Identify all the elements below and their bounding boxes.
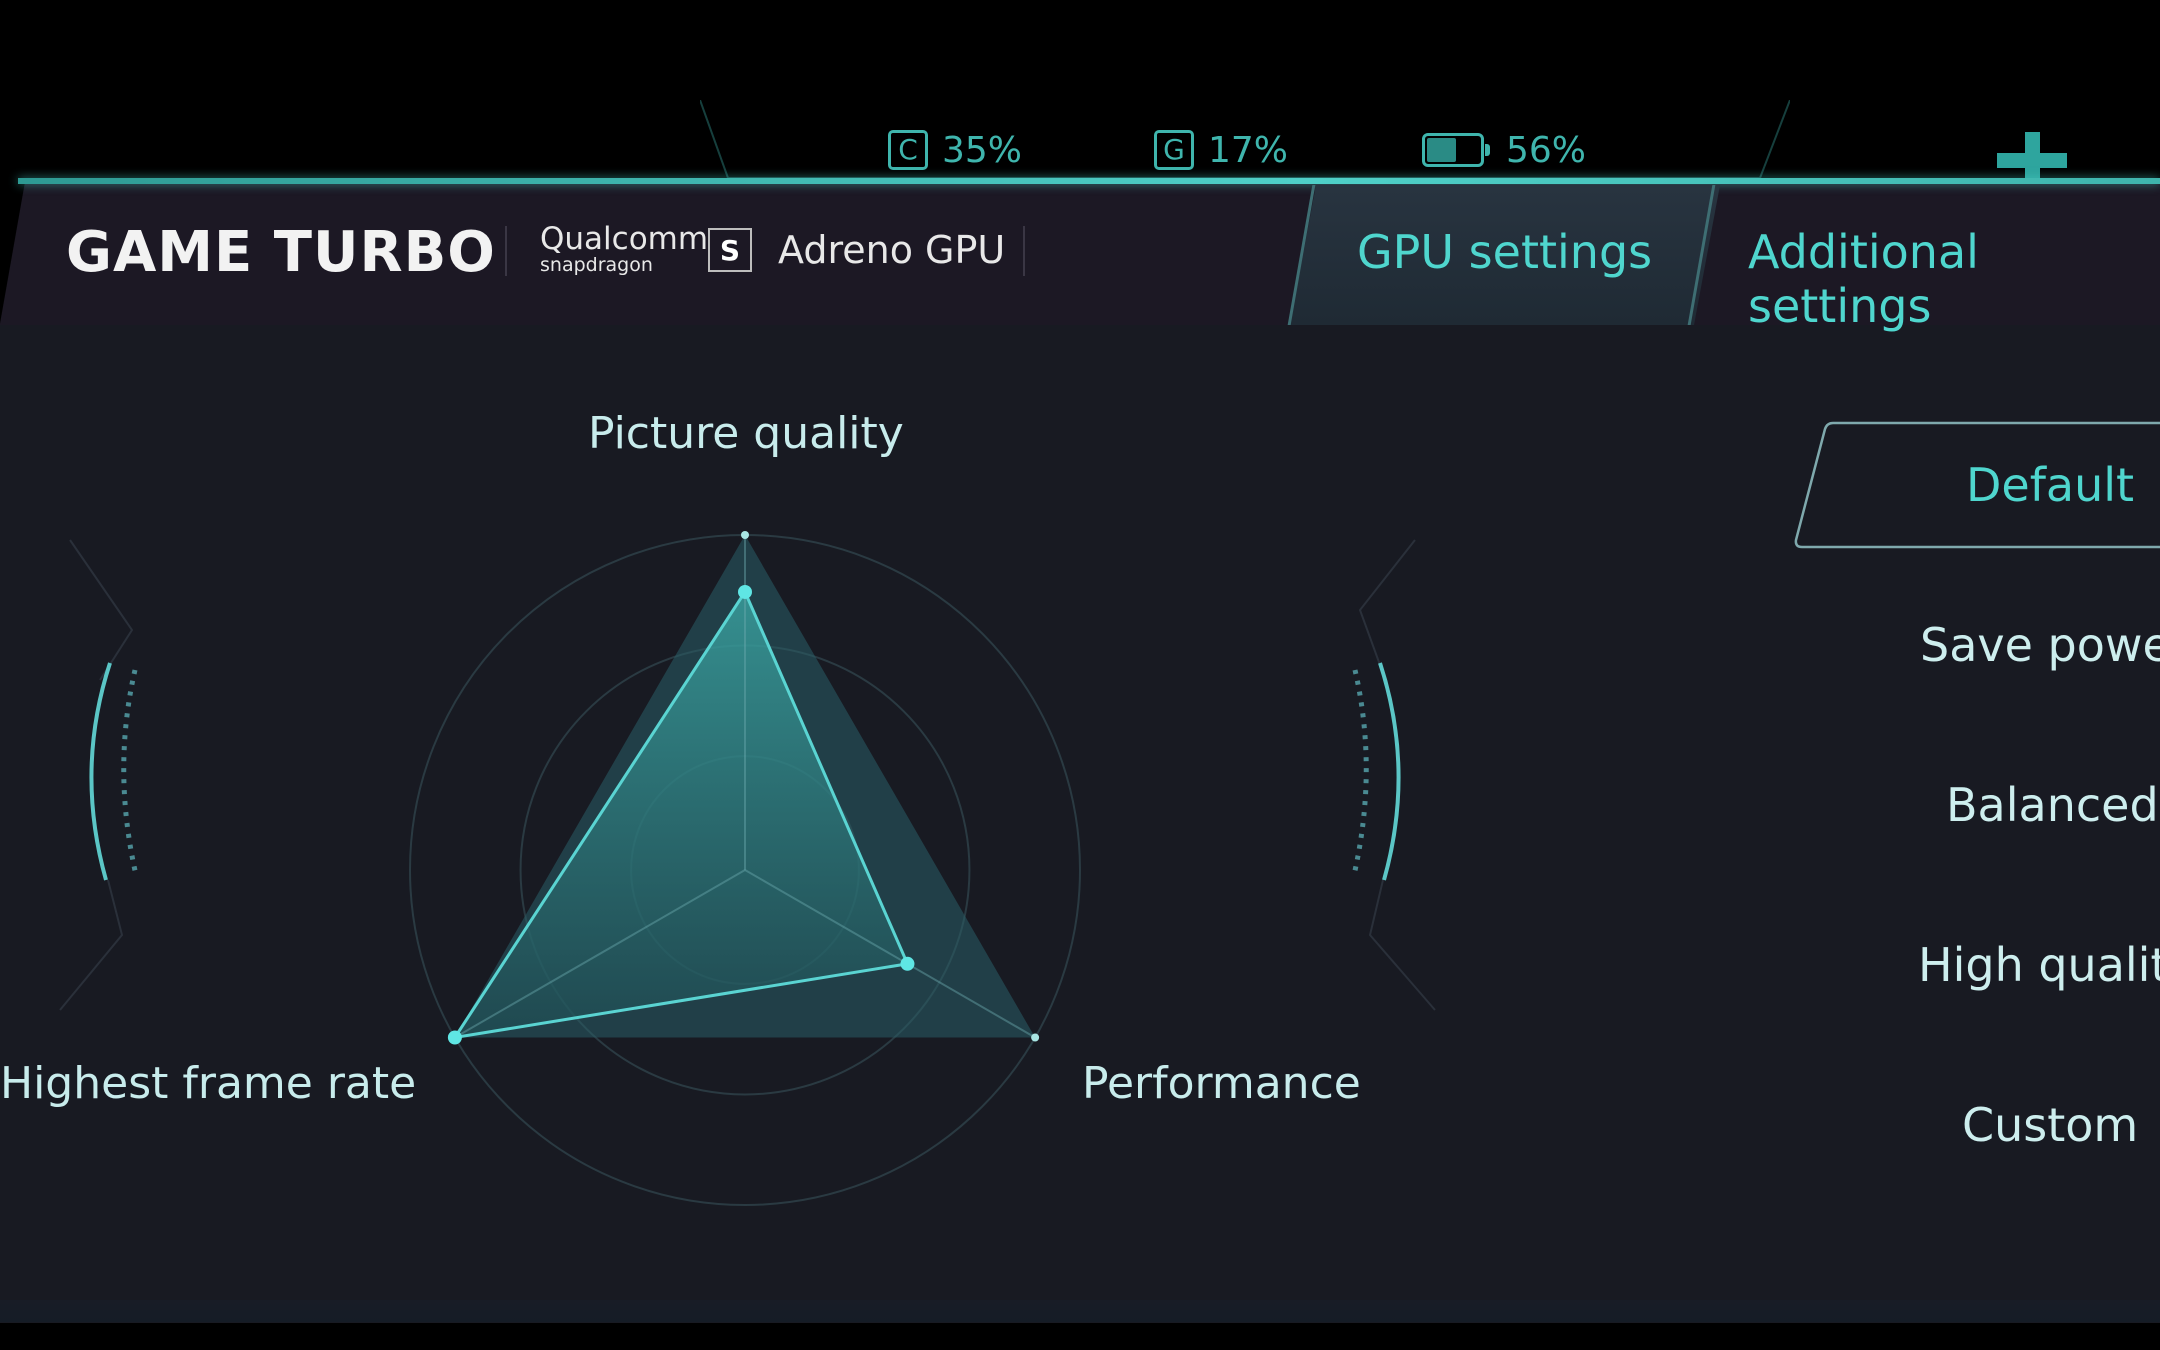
radar-current-point-1 xyxy=(900,956,915,971)
axis-label-performance: Performance xyxy=(1082,1058,1361,1109)
radar-max-point-0 xyxy=(741,531,749,539)
preset-save-power[interactable]: Save power xyxy=(1920,618,2160,672)
radar-current-point-0 xyxy=(738,584,752,599)
preset-high-quality[interactable]: High quality xyxy=(1918,938,2160,992)
radar-chart xyxy=(409,531,1081,1206)
radar-current-point-2 xyxy=(447,1030,462,1045)
axis-label-picture-quality: Picture quality xyxy=(588,408,904,459)
preset-balanced[interactable]: Balanced xyxy=(1946,778,2159,832)
preset-custom[interactable]: Custom xyxy=(1962,1098,2138,1152)
axis-label-highest-frame-rate: Highest frame rate xyxy=(0,1058,417,1109)
preset-default[interactable]: Default xyxy=(1966,458,2134,512)
radar-max-point-1 xyxy=(1031,1033,1040,1042)
